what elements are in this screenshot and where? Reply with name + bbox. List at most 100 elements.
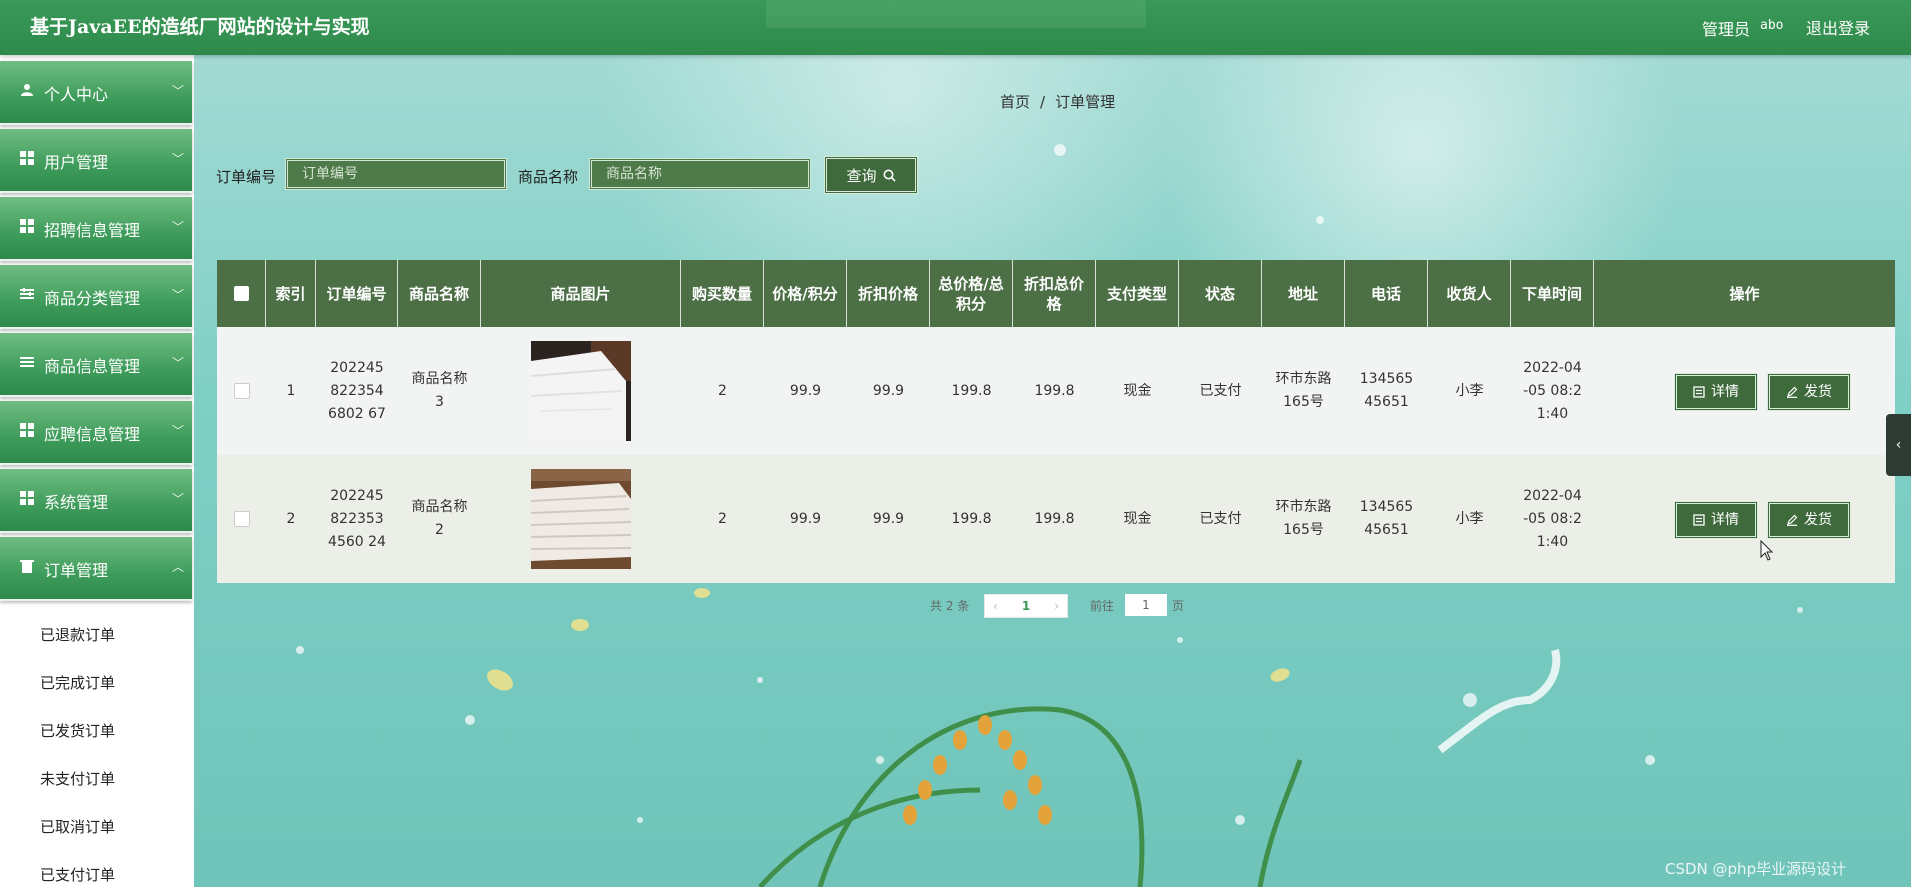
sidebar-subitem-completed[interactable]: 已完成订单 <box>40 672 115 693</box>
top-ghost-overlay <box>766 0 1146 28</box>
cell-status: 已支付 <box>1199 510 1242 527</box>
cell-address: 环市东路165号 <box>1275 371 1332 410</box>
trash-icon <box>20 560 34 573</box>
collapse-panel-button[interactable]: ‹ <box>1886 414 1911 476</box>
total-count: 2 <box>945 599 954 613</box>
cell-discount-total: 199.8 <box>1034 510 1075 527</box>
sidebar-item-recruitment[interactable]: 招聘信息管理 ﹀ <box>0 197 192 261</box>
select-all-checkbox[interactable] <box>233 286 249 301</box>
sidebar-item-label: 应聘信息管理 <box>44 425 141 444</box>
sidebar-item-system[interactable]: 系统管理 ﹀ <box>0 469 192 533</box>
sidebar-subitem-unpaid[interactable]: 未支付订单 <box>40 768 115 789</box>
sidebar-item-user-management[interactable]: 用户管理 ﹀ <box>0 129 192 193</box>
sidebar-subitem-refunded[interactable]: 已退款订单 <box>40 624 115 645</box>
header-address: 地址 <box>1262 260 1345 327</box>
chevron-down-icon: ﹀ <box>171 288 184 302</box>
cell-discount-price: 99.9 <box>872 382 905 399</box>
cell-status: 已支付 <box>1199 382 1242 399</box>
header-price: 价格/积分 <box>764 260 847 327</box>
cell-receiver: 小李 <box>1455 382 1484 399</box>
breadcrumb-separator: / <box>1040 93 1046 111</box>
ship-button-label: 发货 <box>1804 511 1832 528</box>
chevron-down-icon: ﹀ <box>171 84 184 98</box>
ship-button[interactable]: 发货 <box>1767 501 1851 539</box>
cell-discount-total: 199.8 <box>1034 382 1075 399</box>
user-icon <box>21 84 33 96</box>
detail-button[interactable]: 详情 <box>1674 373 1758 411</box>
table-header: 索引 订单编号 商品名称 商品图片 购买数量 价格/积分 折扣价格 总价格/总积… <box>217 260 1895 327</box>
cell-phone: 13456545651 <box>1359 371 1414 410</box>
header-actions: 操作 <box>1729 284 1760 303</box>
sidebar-subitem-cancelled[interactable]: 已取消订单 <box>40 816 115 837</box>
mouse-cursor-icon <box>1760 540 1774 561</box>
total-prefix: 共 <box>930 599 943 613</box>
row-checkbox[interactable] <box>233 511 250 527</box>
admin-role-label: 管理员 <box>1702 20 1751 39</box>
total-suffix: 条 <box>957 599 970 613</box>
page-suffix: 页 <box>1172 599 1185 613</box>
cell-pay-type: 现金 <box>1123 382 1152 399</box>
header-quantity: 购买数量 <box>681 260 764 327</box>
cell-order-time: 2022-04-05 08:21:40 <box>1523 359 1582 422</box>
header-phone: 电话 <box>1345 260 1428 327</box>
sidebar-item-application[interactable]: 应聘信息管理 ﹀ <box>0 401 192 465</box>
cell-actions: 详情 发货 <box>1594 327 1895 455</box>
breadcrumb-home[interactable]: 首页 <box>1000 93 1030 111</box>
sidebar-item-label: 系统管理 <box>44 493 109 512</box>
cell-phone: 13456545651 <box>1359 499 1414 538</box>
cell-product-image <box>481 455 681 583</box>
logout-link[interactable]: 退出登录 <box>1806 15 1870 39</box>
header-product-name: 商品名称 <box>398 260 481 327</box>
row-checkbox[interactable] <box>233 383 250 399</box>
header-pay-type: 支付类型 <box>1096 260 1179 327</box>
query-button[interactable]: 查询 <box>824 156 918 194</box>
cell-order-time: 2022-04-05 08:21:40 <box>1523 487 1582 550</box>
cell-order-no: 2022458223546802 67 <box>328 359 386 422</box>
chevron-up-icon: ︿ <box>171 560 184 574</box>
chevron-down-icon: ﹀ <box>171 152 184 166</box>
goto-page-input[interactable]: 1 <box>1125 594 1167 616</box>
sidebar-item-orders[interactable]: 订单管理 ︿ <box>0 537 192 601</box>
page-controls: ‹ 1 › <box>984 594 1068 618</box>
cell-receiver: 小李 <box>1455 510 1484 527</box>
detail-button-label: 详情 <box>1711 511 1739 528</box>
breadcrumb-current: 订单管理 <box>1055 93 1116 111</box>
header-index: 索引 <box>266 260 316 327</box>
cell-product-name: 商品名称3 <box>411 371 468 410</box>
detail-button[interactable]: 详情 <box>1674 501 1758 539</box>
sidebar-item-product-info[interactable]: 商品信息管理 ﹀ <box>0 333 192 397</box>
product-name-label: 商品名称 <box>518 168 579 186</box>
edit-icon <box>1787 386 1798 398</box>
query-button-label: 查询 <box>846 166 877 185</box>
breadcrumb: 首页 / 订单管理 <box>1000 91 1115 112</box>
sidebar-item-label: 个人中心 <box>44 85 109 104</box>
sidebar-item-label: 商品分类管理 <box>44 289 141 308</box>
goto-label: 前往 <box>1090 599 1115 613</box>
admin-username: abo <box>1760 18 1784 33</box>
watermark: CSDN @php毕业源码设计 <box>1665 860 1847 878</box>
sidebar-item-label: 订单管理 <box>44 561 109 580</box>
sidebar-subitem-paid[interactable]: 已支付订单 <box>40 864 115 885</box>
cell-quantity: 2 <box>718 382 727 399</box>
order-no-input[interactable] <box>285 158 507 190</box>
sidebar-subitem-shipped[interactable]: 已发货订单 <box>40 720 115 741</box>
pagination-total: 共 2 条 <box>930 597 969 614</box>
header-discount-price: 折扣价格 <box>847 260 930 327</box>
cell-total: 199.8 <box>951 510 992 527</box>
cell-total: 199.8 <box>951 382 992 399</box>
page-number[interactable]: 1 <box>1022 599 1030 613</box>
grid-icon <box>20 219 34 233</box>
chevron-left-icon[interactable]: ‹ <box>993 599 998 613</box>
sidebar-item-category[interactable]: 商品分类管理 ﹀ <box>0 265 192 329</box>
product-image <box>531 469 631 569</box>
product-image <box>531 341 631 441</box>
sidebar-item-label: 用户管理 <box>44 153 109 172</box>
sidebar-item-personal-center[interactable]: 个人中心 ﹀ <box>0 61 192 125</box>
grid-icon <box>20 423 34 437</box>
ship-button[interactable]: 发货 <box>1767 373 1851 411</box>
chevron-right-icon[interactable]: › <box>1054 599 1059 613</box>
ship-button-label: 发货 <box>1804 383 1832 400</box>
cell-product-image <box>481 327 681 455</box>
product-name-input[interactable] <box>589 158 811 190</box>
sidebar: 个人中心 ﹀ 用户管理 ﹀ 招聘信息管理 ﹀ 商品分类管理 ﹀ 商品信息管理 ﹀… <box>0 55 194 887</box>
